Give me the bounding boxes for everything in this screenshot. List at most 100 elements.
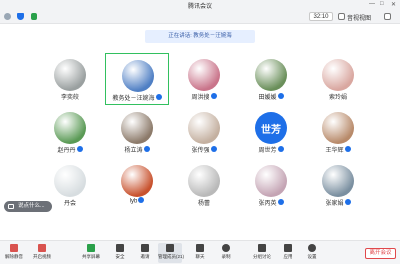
toolbar-button-label: 安全 <box>115 254 125 259</box>
participant-name: 张丙英 <box>239 198 303 207</box>
bottom-toolbar: 解除静音 开启视频 共享屏幕 安全 邀请 管理成员(21) 聊天 录制 分组讨论 应用 设置 <box>0 240 400 264</box>
toolbar-button-label: 邀请 <box>140 254 150 259</box>
toolbar-button-invite[interactable]: 邀请 <box>133 243 157 263</box>
view-mode-label[interactable]: 音视视图 <box>347 13 371 22</box>
toolbar-button-gear[interactable]: 设置 <box>300 243 324 263</box>
participant-name-text: 周世芳 <box>258 148 277 154</box>
members-icon <box>166 244 174 252</box>
participant-name: 张家娟 <box>306 198 370 207</box>
toolbar-button-apps[interactable]: 应用 <box>276 243 300 263</box>
participant-name: 杨蕾 <box>172 198 236 207</box>
title-bar: 腾讯会议 — □ ✕ <box>0 0 400 10</box>
toolbar-button-label: 聊天 <box>195 254 205 259</box>
shield-icon[interactable] <box>17 13 24 20</box>
participant-tile[interactable]: 张家娟 <box>306 159 370 211</box>
close-icon[interactable]: ✕ <box>391 1 396 8</box>
avatar <box>121 112 153 144</box>
window-title: 腾讯会议 <box>187 4 212 10</box>
participant-tile[interactable]: 周洪搜 <box>172 53 236 105</box>
breakout-icon <box>258 244 266 252</box>
avatar <box>255 59 287 91</box>
toolbar-button-label: 共享屏幕 <box>82 254 100 259</box>
toolbar-button-microphone[interactable]: 解除静音 <box>2 243 26 263</box>
chat-input[interactable]: 说点什么... <box>4 201 52 212</box>
minimize-icon[interactable]: — <box>369 1 375 7</box>
toolbar-button-camera[interactable]: 开启视频 <box>30 243 54 263</box>
avatar <box>54 112 86 144</box>
participant-name: 王华辉 <box>306 145 370 154</box>
participant-name: 索玲娟 <box>306 92 370 101</box>
meeting-toolbar: 32:10 音视视图 <box>0 10 400 24</box>
toolbar-button-breakout[interactable]: 分组讨论 <box>250 243 274 263</box>
toolbar-button-label: 管理成员(21) <box>158 254 185 259</box>
toolbar-button-label: 解除静音 <box>5 254 23 259</box>
participant-tile[interactable]: 张丙英 <box>239 159 303 211</box>
avatar <box>322 165 354 197</box>
participant-name-text: 周洪搜 <box>191 95 210 101</box>
participant-tile[interactable]: 赵丹丹 <box>38 106 102 158</box>
participant-name: 教务处－汪婉海 <box>106 93 168 102</box>
participant-name-text: 王华辉 <box>325 148 344 154</box>
participant-name-text: 杨蕾 <box>197 201 210 207</box>
participant-name: 田媛媛 <box>239 92 303 101</box>
chat-icon <box>196 244 204 252</box>
participant-tile[interactable]: 杨蕾 <box>172 159 236 211</box>
shield-icon <box>116 244 124 252</box>
chat-bubble-icon <box>8 204 14 209</box>
participant-name: 张传强 <box>172 145 236 154</box>
mic-on-icon <box>277 146 284 153</box>
gear-icon <box>308 244 316 252</box>
meeting-timer: 32:10 <box>309 12 333 21</box>
participant-name: lyb <box>105 197 169 205</box>
mic-on-icon <box>155 94 162 101</box>
invite-icon <box>141 244 149 252</box>
avatar <box>255 165 287 197</box>
grid-view-icon[interactable] <box>338 13 345 20</box>
participant-tile[interactable]: lyb <box>105 159 169 211</box>
microphone-icon <box>10 244 18 252</box>
mic-on-icon <box>210 93 217 100</box>
info-icon[interactable] <box>4 13 11 20</box>
toolbar-button-members[interactable]: 管理成员(21) <box>158 243 185 263</box>
participant-name-text: 张家娟 <box>325 201 344 207</box>
camera-icon <box>38 244 46 252</box>
participant-name: 李奕皎 <box>38 92 102 101</box>
participant-name-text: 李奕皎 <box>60 95 79 101</box>
toolbar-button-label: 开启视频 <box>33 254 51 259</box>
share-screen-icon <box>87 244 95 252</box>
fullscreen-icon[interactable] <box>384 13 391 20</box>
avatar <box>54 165 86 197</box>
mic-on-icon <box>143 146 150 153</box>
avatar <box>122 60 154 92</box>
participant-tile[interactable]: 田媛媛 <box>239 53 303 105</box>
speaking-indicator: 正在讲话: 教务处－汪婉海 <box>145 30 255 43</box>
participant-name: 周世芳 <box>239 145 303 154</box>
avatar: 世芳 <box>255 112 287 144</box>
toolbar-button-shield[interactable]: 安全 <box>108 243 132 263</box>
signal-icon[interactable] <box>31 13 37 20</box>
toolbar-button-chat[interactable]: 聊天 <box>188 243 212 263</box>
toolbar-button-label: 分组讨论 <box>253 254 271 259</box>
participant-tile[interactable]: 杨立涛 <box>105 106 169 158</box>
leave-meeting-button[interactable]: 离开会议 <box>365 248 396 259</box>
record-icon <box>222 244 230 252</box>
toolbar-button-label: 录制 <box>221 254 231 259</box>
participant-tile[interactable]: 世芳 周世芳 <box>239 106 303 158</box>
mic-on-icon <box>344 146 351 153</box>
participant-name-text: 张丙英 <box>258 201 277 207</box>
participant-name: 杨立涛 <box>105 145 169 154</box>
participant-tile[interactable]: 张传强 <box>172 106 236 158</box>
participant-tile[interactable]: 索玲娟 <box>306 53 370 105</box>
toolbar-button-label: 应用 <box>283 254 293 259</box>
participant-name-text: 张传强 <box>191 148 210 154</box>
participant-tile[interactable]: 李奕皎 <box>38 53 102 105</box>
avatar <box>322 59 354 91</box>
participant-tile[interactable]: 王华辉 <box>306 106 370 158</box>
toolbar-button-record[interactable]: 录制 <box>214 243 238 263</box>
avatar <box>188 165 220 197</box>
toolbar-button-share-screen[interactable]: 共享屏幕 <box>79 243 103 263</box>
maximize-icon[interactable]: □ <box>380 1 384 7</box>
participant-tile[interactable]: 教务处－汪婉海 <box>105 53 169 105</box>
mic-on-icon <box>277 199 284 206</box>
avatar <box>121 165 153 197</box>
